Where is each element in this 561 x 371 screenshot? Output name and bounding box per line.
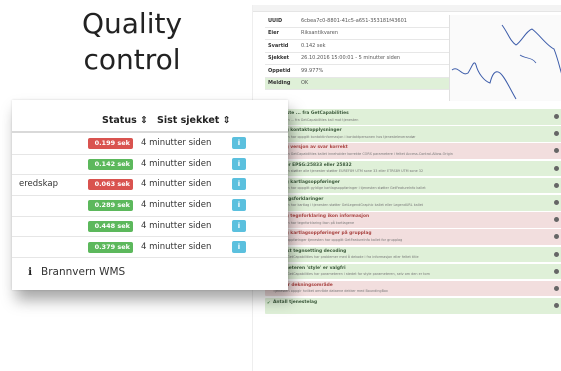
expand-toggle-icon[interactable] [554, 148, 559, 154]
expand-toggle-icon[interactable] [554, 217, 559, 223]
expand-toggle-icon[interactable] [554, 182, 559, 188]
status-row: 0.199 sek 4 minutter siden i [12, 133, 288, 155]
check-description: Tjenesten har kartlag i tjenesten støtte… [273, 203, 424, 208]
response-time-badge: 0.448 sek [88, 220, 133, 232]
check-description: Tjenesten har oppgitt kontaktinformasjon… [273, 134, 416, 139]
quality-checks-list: ✔Tjeneste ... fra GetCapabilitiesTjenest… [265, 109, 561, 315]
last-checked-text: 4 minutter siden [141, 138, 212, 148]
detail-key: Eier [268, 30, 279, 37]
expand-toggle-icon[interactable] [554, 199, 559, 205]
expand-toggle-icon[interactable] [554, 131, 559, 137]
expand-toggle-icon[interactable] [554, 165, 559, 171]
last-checked-column-header[interactable]: Sist sjekket ⇕ [157, 115, 231, 126]
status-column-header[interactable]: Status ⇕ [102, 115, 148, 126]
check-item: ✖Oppgir dekningsområdeTjenesten oppgir h… [265, 280, 561, 297]
response-time-badge: 0.063 sek [88, 179, 133, 191]
detail-value: Riksantikvaren [301, 30, 339, 37]
service-details-screenshot: UUID 6cbea7c0-8801-41c5-a651-353181f43601… [252, 5, 561, 371]
check-item: ✔Parameteren 'style' er valgfriSvaret i … [265, 263, 561, 280]
info-button[interactable]: i [232, 178, 246, 191]
check-item: ✖Gyldig versjon av svar korrektTjenesten… [265, 143, 561, 159]
detail-row: Oppetid 99.977% [265, 65, 449, 78]
detail-value: 0.142 sek [301, 42, 326, 49]
expand-toggle-icon[interactable] [554, 234, 559, 240]
service-footer: ℹ Brannvern WMS [28, 266, 125, 278]
expand-toggle-icon[interactable] [554, 251, 559, 257]
check-description: Kartlagsoppføringer tjenesten har oppgit… [273, 237, 403, 242]
check-description: Svaret i GetCapabilities har parameteren… [273, 272, 430, 277]
detail-row: Melding OK [265, 77, 449, 90]
check-description: Tjenesten støtter alle tjenester støtter… [273, 169, 424, 174]
check-item: ✔Tjeneste ... fra GetCapabilitiesTjenest… [265, 109, 561, 125]
check-description: Svaret i GetCapabilities har problemer m… [273, 255, 419, 259]
detail-key: Melding [268, 80, 291, 87]
status-row: 0.379 sek 4 minutter siden i [12, 237, 288, 259]
check-item: ✖Gyldig kartlagsoppføringer på grupplagK… [265, 229, 561, 245]
expand-toggle-icon[interactable] [554, 285, 559, 291]
check-item: ✖Gyldig tegnforklaring ikon informasjonT… [265, 212, 561, 228]
last-checked-text: 4 minutter siden [141, 241, 212, 252]
slide-title-line1: Quality [81, 7, 183, 40]
detail-key: Svartid [268, 42, 289, 49]
browser-top-bar [253, 5, 561, 12]
response-time-badge: 0.199 sek [88, 138, 133, 149]
check-description: Tjenesten oppgir hvilket område dataene … [273, 289, 388, 294]
info-button[interactable]: i [232, 137, 246, 149]
response-time-badge: 0.379 sek [88, 241, 133, 253]
detail-row: Sjekket 26.10.2016 15:00:01 - 5 minutter … [265, 53, 449, 65]
slide-title-line2: control [83, 43, 181, 76]
check-title: Antall tjenestelag [273, 300, 318, 306]
check-item: ✔Gyldig kontaktopplysningerTjenesten har… [265, 126, 561, 142]
detail-value: 6cbea7c0-8801-41c5-a651-353181f43601 [301, 17, 407, 24]
check-item: ✔Støtter EPSG:25833 eller 25832Tjenesten… [265, 160, 561, 177]
service-row-name[interactable]: eredskap [19, 179, 58, 190]
expand-toggle-icon[interactable] [554, 114, 559, 119]
status-row: 0.448 sek 4 minutter siden i [12, 216, 288, 238]
coverage-map-outline [451, 24, 561, 100]
expand-toggle-icon[interactable] [554, 268, 559, 274]
detail-row: Svartid 0.142 sek [265, 40, 449, 53]
last-checked-text: 4 minutter siden [141, 158, 212, 169]
detail-key: Oppetid [268, 67, 291, 74]
info-button[interactable]: i [232, 240, 246, 253]
info-button[interactable]: i [232, 219, 246, 232]
status-row: 0.142 sek 4 minutter siden i [12, 154, 288, 176]
check-item: ✔ Antall tjenestelag [265, 298, 561, 314]
response-time-badge: 0.142 sek [88, 158, 133, 170]
last-checked-text: 4 minutter siden [141, 179, 212, 190]
check-description: Tjenesten GetCapabilities kallet innehol… [273, 151, 453, 156]
response-time-badge: 0.289 sek [88, 200, 133, 212]
last-checked-text: 4 minutter siden [141, 220, 212, 231]
detail-row: Eier Riksantikvaren [265, 28, 449, 40]
service-name: Brannvern WMS [41, 266, 126, 278]
detail-value: 99.977% [301, 67, 324, 74]
detail-key: UUID [268, 17, 283, 24]
check-description: Tjenesten har oppgitt gyldige kartlagsop… [273, 186, 426, 191]
last-checked-text: 4 minutter siden [141, 200, 212, 211]
coverage-map[interactable] [449, 15, 561, 101]
detail-value: 26.10.2016 15:00:01 - 5 minutter siden [301, 55, 401, 62]
service-details-table: UUID 6cbea7c0-8801-41c5-a651-353181f43601… [265, 15, 449, 90]
expand-toggle-icon[interactable] [554, 303, 559, 309]
detail-key: Sjekket [268, 55, 290, 62]
check-item: ✔KartlagsforklaringerTjenesten har kartl… [265, 194, 561, 211]
status-row: eredskap 0.063 sek 4 minutter siden i [12, 174, 288, 197]
slide-title: Quality control [62, 6, 202, 78]
info-button[interactable]: i [232, 199, 246, 212]
info-button[interactable]: i [232, 157, 246, 170]
check-item: ✔Korrekt tegnsetting decodingSvaret i Ge… [265, 246, 561, 263]
detail-row: UUID 6cbea7c0-8801-41c5-a651-353181f43601 [265, 15, 449, 28]
check-icon: ✔ [267, 300, 271, 306]
check-item: ✔Gyldig kartlagsoppføringerTjenesten har… [265, 177, 561, 194]
status-card: Status ⇕ Sist sjekket ⇕ 0.199 sek 4 minut… [12, 100, 288, 290]
detail-value: OK [301, 80, 309, 87]
status-row: 0.289 sek 4 minutter siden i [12, 195, 288, 217]
info-icon: ℹ [28, 266, 32, 278]
